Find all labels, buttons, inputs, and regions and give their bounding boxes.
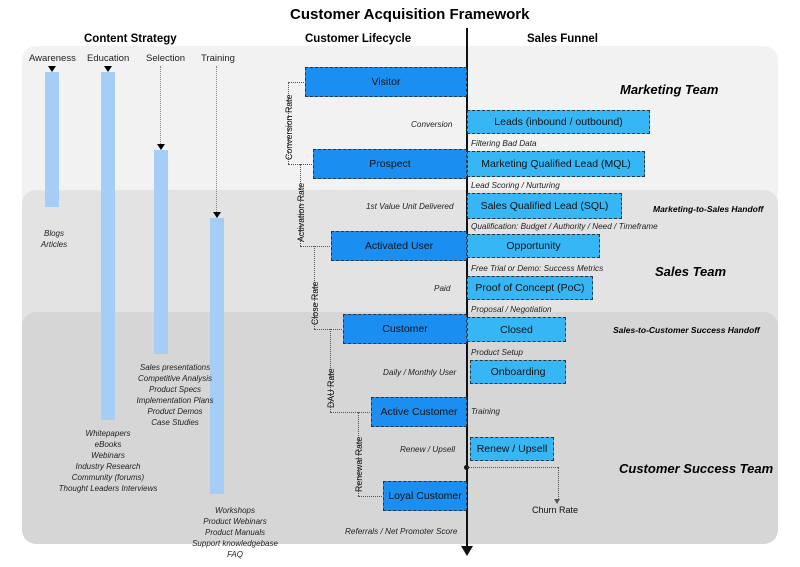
churn-branch-horizontal [467,467,558,468]
team-label-marketing: Marketing Team [620,82,719,97]
churn-arrow-icon [554,499,560,504]
conversion-rate-arm-top [288,82,306,83]
rate-label-renewal: Renewal Rate [354,436,364,492]
renewal-rate-arm-top [358,412,372,413]
transition-note-paid: Paid [434,284,451,293]
lifecycle-box-prospect[interactable]: Prospect [313,149,467,179]
funnel-box-onboarding[interactable]: Onboarding [470,360,566,384]
funnel-box-label: Proof of Concept (PoC) [475,282,585,294]
funnel-note-training: Training [471,407,500,416]
page-title: Customer Acquisition Framework [290,6,530,23]
transition-note-renew-upsell: Renew / Upsell [400,445,456,454]
funnel-box-label: Marketing Qualified Lead (MQL) [481,158,631,170]
funnel-note-proposal-negotiation: Proposal / Negotiation [471,305,552,314]
training-bar [210,218,224,494]
funnel-box-mql[interactable]: Marketing Qualified Lead (MQL) [467,151,645,177]
churn-branch-vertical [558,467,559,499]
column-title-sales-funnel: Sales Funnel [527,33,598,45]
transition-note-daily-monthly-user: Daily / Monthly User [383,368,457,377]
stage-label-education: Education [87,53,130,64]
activation-rate-arm-top [300,164,314,165]
funnel-box-poc[interactable]: Proof of Concept (PoC) [467,276,593,300]
funnel-note-lead-scoring: Lead Scoring / Nurturing [471,181,560,190]
training-leader-line [216,66,217,212]
lifecycle-box-label: Activated User [364,240,434,252]
rate-label-activation: Activation Rate [296,182,306,242]
team-label-customer-success: Customer Success Team [619,461,774,476]
team-label-sales: Sales Team [655,264,727,279]
lifecycle-box-label: Visitor [371,76,401,88]
funnel-box-leads[interactable]: Leads (inbound / outbound) [467,110,650,134]
transition-note-conversion: Conversion [411,120,453,129]
funnel-box-label: Renew / Upsell [476,443,548,455]
rate-label-dau: DAU Rate [326,368,336,408]
rate-label-close: Close Rate [310,281,320,325]
selection-list: Sales presentations Competitive Analysis… [136,363,214,427]
transition-note-first-value-unit: 1st Value Unit Delivered [366,202,454,211]
funnel-box-opportunity[interactable]: Opportunity [467,234,600,258]
column-title-customer-lifecycle: Customer Lifecycle [305,33,412,45]
funnel-note-filtering-bad-data: Filtering Bad Data [471,139,537,148]
education-list: Whitepapers eBooks Webinars Industry Res… [58,429,158,493]
transition-note-referrals-nps: Referrals / Net Promoter Score [345,527,458,536]
lifecycle-box-label: Customer [382,323,428,335]
spine-arrow-icon [461,546,473,556]
funnel-note-product-setup: Product Setup [471,348,523,357]
stage-label-training: Training [201,53,235,64]
funnel-box-label: Opportunity [506,240,561,252]
lifecycle-box-activated-user[interactable]: Activated User [331,231,467,261]
renewal-rate-arm-bottom [358,496,384,497]
stage-label-awareness: Awareness [29,53,76,64]
churn-rate-label: Churn Rate [532,505,579,515]
funnel-box-sql[interactable]: Sales Qualified Lead (SQL) [467,193,622,219]
funnel-box-label: Closed [500,323,533,336]
funnel-box-label: Sales Qualified Lead (SQL) [480,200,609,212]
awareness-bar [45,72,59,207]
awareness-list: Blogs Articles [40,229,68,249]
funnel-box-renew-upsell[interactable]: Renew / Upsell [470,437,554,461]
lifecycle-box-visitor[interactable]: Visitor [305,67,467,97]
lifecycle-box-customer[interactable]: Customer [343,314,467,344]
funnel-note-free-trial: Free Trial or Demo: Success Metrics [471,264,604,273]
education-bar [101,72,115,420]
handoff-label-sales-to-customer-success: Sales-to-Customer Success Handoff [613,325,760,335]
selection-bar [154,150,168,354]
column-title-content-strategy: Content Strategy [84,33,177,45]
lifecycle-box-label: Active Customer [380,406,458,418]
lifecycle-box-active-customer[interactable]: Active Customer [371,397,467,427]
funnel-box-label: Onboarding [490,366,546,378]
lifecycle-box-label: Prospect [369,158,411,170]
dau-rate-arm-top [330,329,344,330]
stage-label-selection: Selection [146,53,186,64]
handoff-label-marketing-to-sales: Marketing-to-Sales Handoff [653,204,764,214]
rate-label-conversion: Conversion Rate [284,94,294,160]
funnel-note-qualification: Qualification: Budget / Authority / Need… [471,222,658,231]
close-rate-arm-top [314,246,332,247]
lifecycle-box-label: Loyal Customer [388,490,462,502]
lifecycle-box-loyal-customer[interactable]: Loyal Customer [383,481,467,511]
training-list: Workshops Product Webinars Product Manua… [192,506,278,559]
selection-leader-line [160,66,161,144]
funnel-box-closed[interactable]: Closed [467,317,566,342]
funnel-box-label: Leads (inbound / outbound) [494,116,623,128]
diagram-canvas: Customer Acquisition Framework Content S… [0,0,800,567]
